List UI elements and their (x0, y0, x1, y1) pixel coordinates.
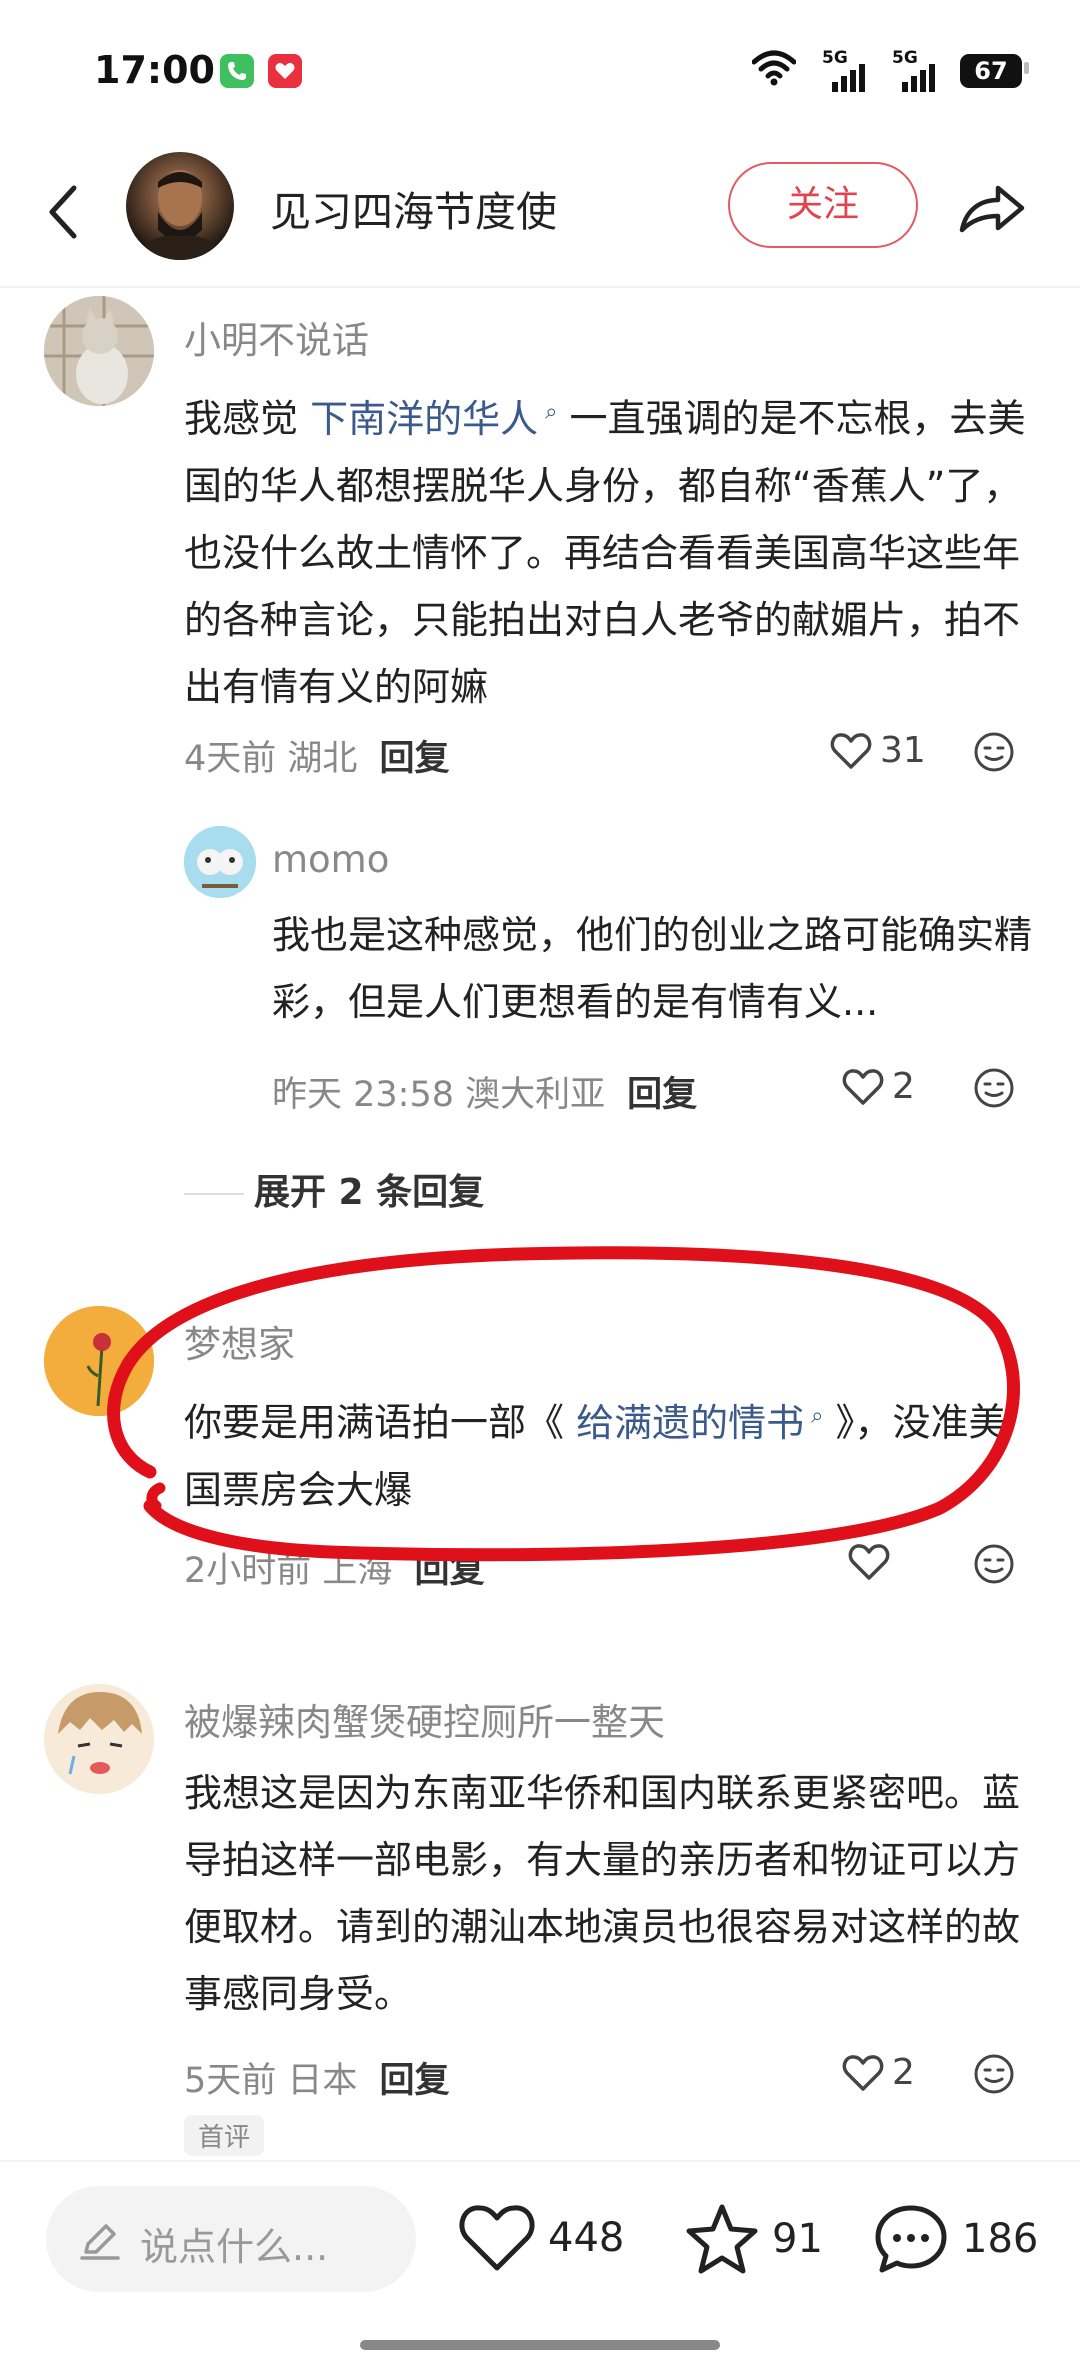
like-button[interactable]: 2 (842, 2052, 915, 2093)
reply-meta: 昨天 23:58 澳大利亚 回复 (272, 1075, 698, 1115)
user-avatar[interactable] (44, 1306, 154, 1416)
author-avatar[interactable] (126, 152, 234, 260)
reply-button[interactable]: 回复 (627, 1075, 697, 1115)
status-bar: 17:00 5G 5G 67 (0, 0, 1080, 140)
user-avatar[interactable] (44, 296, 154, 406)
wifi-icon (752, 50, 796, 86)
reply-button[interactable]: 回复 (414, 1551, 484, 1591)
comment-text: 你要是用满语拍一部《 给满遗的情书 ⌕ 》，没准美国票房会大爆 (184, 1400, 1007, 1512)
author-name[interactable]: 见习四海节度使 (270, 178, 557, 238)
first-comment-badge: 首评 (184, 2115, 265, 2156)
search-mini-icon: ⌕ (538, 399, 558, 424)
search-mini-icon: ⌕ (804, 1403, 824, 1428)
reply-username[interactable]: momo (272, 838, 389, 881)
share-icon[interactable] (956, 172, 1028, 244)
pencil-icon (80, 2224, 120, 2260)
comment-text: 我想这是因为东南亚华侨和国内联系更紧密吧。蓝导拍这样一部电影，有大量的亲历者和物… (184, 1771, 1021, 2016)
reply-button[interactable]: 回复 (379, 2061, 449, 2101)
comment-username[interactable]: 梦想家 (184, 1314, 295, 1368)
header: 见习四海节度使 关注 (0, 140, 1080, 288)
user-avatar[interactable] (184, 826, 256, 898)
comment-meta: 2小时前 上海 回复 (184, 1551, 485, 1591)
emoji-icon[interactable] (972, 730, 1016, 774)
comment-username[interactable]: 小明不说话 (184, 310, 369, 364)
comment-meta: 5天前 日本 回复 (184, 2061, 450, 2101)
battery-indicator: 67 (960, 54, 1022, 88)
reply-text: 我也是这种感觉，他们的创业之路可能确实精彩，但是人们更想看的是有情有义... (272, 913, 1033, 1024)
battery-cap (1024, 62, 1029, 74)
comment-meta: 4天前 湖北 回复 (184, 739, 450, 779)
comment-text: 我感觉 下南洋的华人 ⌕ 一直强调的是不忘根，去美国的华人都想摆脱华人身份，都自… (184, 396, 1026, 709)
search-link[interactable]: 下南洋的华人 ⌕ (310, 397, 557, 441)
emoji-icon[interactable] (972, 1066, 1016, 1110)
comment-input[interactable]: 说点什么... (46, 2186, 416, 2292)
like-post-button[interactable]: 448 (458, 2202, 624, 2274)
expand-replies-button[interactable]: 展开 2 条回复 (184, 1163, 484, 1215)
follow-button[interactable]: 关注 (728, 162, 918, 248)
bottom-action-bar: 说点什么... 448 91 186 (0, 2160, 1080, 2373)
favorite-button[interactable]: 91 (684, 2202, 823, 2276)
like-button[interactable]: 31 (830, 730, 926, 771)
like-button[interactable] (848, 1542, 898, 1582)
comments-button[interactable]: 186 (872, 2202, 1038, 2276)
phone-app-icon (220, 54, 254, 88)
like-button[interactable]: 2 (842, 1066, 915, 1107)
heart-icon (842, 2054, 884, 2091)
emoji-icon[interactable] (972, 1542, 1016, 1586)
home-indicator[interactable] (360, 2340, 720, 2350)
reply-button[interactable]: 回复 (379, 739, 449, 779)
comment-username[interactable]: 被爆辣肉蟹煲硬控厕所一整天 (184, 1692, 665, 1746)
user-avatar[interactable] (44, 1684, 154, 1794)
comment-bubble-icon (875, 2205, 947, 2273)
heart-icon (459, 2205, 535, 2271)
star-icon (686, 2204, 758, 2274)
heart-icon (842, 1068, 884, 1105)
heart-icon (848, 1544, 890, 1580)
emoji-icon[interactable] (972, 2052, 1016, 2096)
search-link[interactable]: 给满遗的情书 ⌕ (576, 1401, 823, 1445)
heart-icon (830, 732, 872, 769)
divider (184, 1193, 244, 1195)
heart-app-icon (268, 54, 302, 88)
back-icon[interactable] (36, 172, 96, 252)
status-time: 17:00 (94, 48, 215, 92)
